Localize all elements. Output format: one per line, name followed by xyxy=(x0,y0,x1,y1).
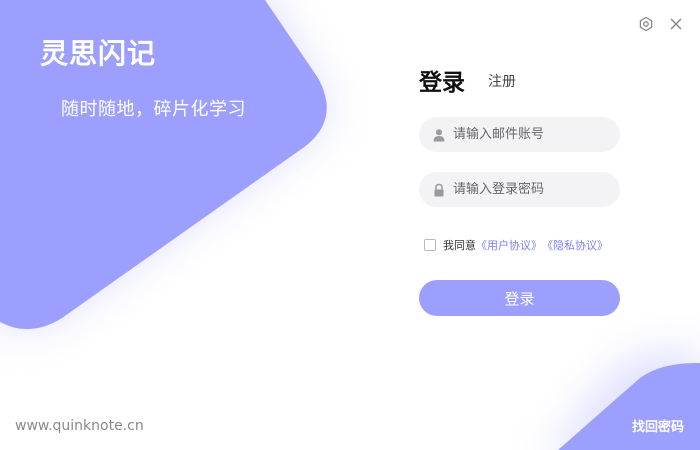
app-title: 灵思闪记 xyxy=(40,37,157,70)
email-input[interactable] xyxy=(453,127,613,142)
forgot-password-link[interactable]: 找回密码 xyxy=(632,416,684,435)
agree-prefix: 我同意 xyxy=(443,239,476,252)
settings-button[interactable] xyxy=(637,15,655,33)
tab-register[interactable]: 注册 xyxy=(488,71,516,91)
password-field[interactable] xyxy=(419,172,620,207)
privacy-agreement-link[interactable]: 《隐私协议》 xyxy=(542,237,608,253)
login-button[interactable]: 登录 xyxy=(419,280,620,316)
password-input[interactable] xyxy=(453,182,613,197)
app-slogan: 随时随地，碎片化学习 xyxy=(61,99,246,120)
user-agreement-link[interactable]: 《用户协议》 xyxy=(476,237,542,253)
user-icon xyxy=(433,128,445,141)
agreement-row: 我同意 《用户协议》 《隐私协议》 xyxy=(424,237,608,253)
close-icon xyxy=(670,18,682,30)
agree-checkbox[interactable] xyxy=(424,239,436,251)
tab-login[interactable]: 登录 xyxy=(419,63,465,97)
hexagon-settings-icon xyxy=(639,16,653,32)
email-field[interactable] xyxy=(419,117,620,152)
website-url: www.quinknote.cn xyxy=(15,418,144,434)
lock-icon xyxy=(434,183,444,196)
close-button[interactable] xyxy=(667,15,685,33)
